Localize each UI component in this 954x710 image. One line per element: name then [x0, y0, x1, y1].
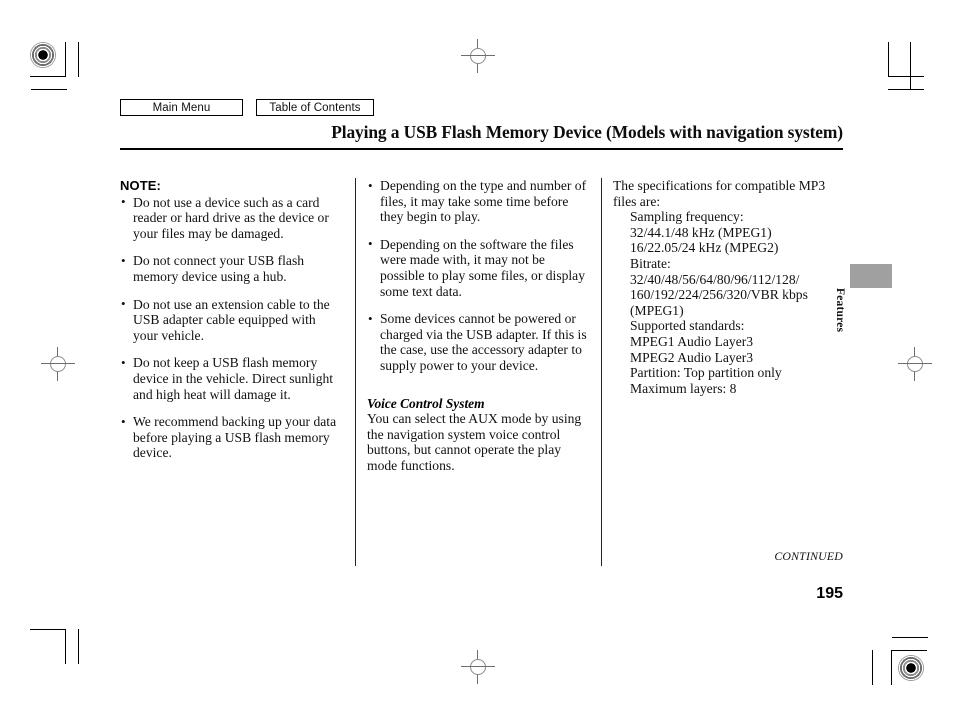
list-item: Bitrate: — [630, 255, 671, 271]
voice-control-system-paragraph: You can select the AUX mode by using the… — [367, 411, 582, 473]
content-column-left: NOTE: Do not use a device such as a card… — [120, 178, 344, 461]
list-item: Do not use a device such as a card reade… — [120, 194, 344, 242]
list-item: 32/40/48/56/64/80/96/112/128/ — [630, 271, 800, 287]
list-item: Sampling frequency: — [630, 209, 744, 225]
section-tab-label: Features — [834, 288, 846, 333]
specifications-intro: The specifications for compatible MP3 fi… — [613, 178, 826, 209]
crop-mark-top-right-outer-horizontal — [888, 89, 924, 90]
continued-label: CONTINUED — [774, 549, 843, 563]
list-item: Do not use an extension cable to the USB… — [120, 296, 344, 344]
table-of-contents-button[interactable]: Table of Contents — [256, 99, 374, 116]
crop-mark-bottom-right-outer-vertical — [872, 650, 873, 685]
content-column-right: The specifications for compatible MP3 fi… — [613, 178, 845, 396]
list-item: 32/44.1/48 kHz (MPEG1) — [630, 224, 772, 240]
crop-mark-bottom-left-horizontal — [30, 629, 66, 630]
crop-mark-top-left-horizontal — [30, 76, 66, 77]
crop-mark-top-left-outer-horizontal — [31, 89, 67, 90]
crop-mark-bottom-right-horizontal — [892, 637, 928, 638]
crop-mark-bottom-right-outer-horizontal — [891, 650, 927, 651]
list-item: Depending on the software the files were… — [367, 236, 591, 299]
crop-mark-bottom-right-vertical — [891, 650, 892, 685]
registration-crosshair-top — [461, 39, 495, 73]
list-item: Maximum layers: 8 — [630, 380, 737, 396]
list-item: Supported standards: — [630, 318, 745, 334]
page-title: Playing a USB Flash Memory Device (Model… — [331, 122, 843, 142]
crop-mark-bottom-left-outer-vertical — [78, 629, 79, 664]
crop-mark-top-right-vertical — [888, 42, 889, 77]
crop-mark-bottom-left-vertical — [65, 629, 66, 664]
section-tab-marker — [850, 264, 892, 288]
page-number: 195 — [816, 585, 843, 602]
title-underline-rule — [120, 148, 843, 150]
column-divider-1 — [355, 178, 356, 566]
list-item: (MPEG1) — [630, 302, 684, 318]
list-item: 160/192/224/256/320/VBR kbps — [630, 287, 808, 303]
crop-mark-top-left-outer-vertical — [78, 42, 79, 77]
column-divider-2 — [601, 178, 602, 566]
note-bullet-list: Do not use a device such as a card reade… — [120, 194, 344, 461]
list-item: Do not keep a USB flash memory device in… — [120, 355, 344, 402]
middle-bullet-list: Depending on the type and number of file… — [367, 178, 591, 374]
crop-mark-top-right-outer-vertical — [910, 42, 911, 89]
content-column-middle: Depending on the type and number of file… — [367, 178, 591, 474]
list-item: Partition: Top partition only — [630, 365, 782, 381]
registration-crosshair-bottom — [461, 650, 495, 684]
registration-dot-bottom-right — [898, 655, 924, 681]
registration-crosshair-right — [898, 347, 932, 381]
note-heading: NOTE: — [120, 178, 161, 193]
document-navbar: Main Menu Table of Contents — [120, 99, 374, 116]
list-item: MPEG2 Audio Layer3 — [630, 349, 754, 365]
list-item: Depending on the type and number of file… — [367, 178, 591, 225]
list-item: We recommend backing up your data before… — [120, 414, 344, 461]
list-item: Some devices cannot be powered or charge… — [367, 311, 591, 373]
list-item: Do not connect your USB flash memory dev… — [120, 253, 344, 284]
main-menu-button[interactable]: Main Menu — [120, 99, 243, 116]
voice-control-system-heading: Voice Control System — [367, 395, 485, 411]
list-item: 16/22.05/24 kHz (MPEG2) — [630, 240, 779, 256]
list-item: MPEG1 Audio Layer3 — [630, 333, 754, 349]
specifications-list: Sampling frequency: 32/44.1/48 kHz (MPEG… — [613, 209, 845, 396]
crop-mark-top-right-horizontal — [888, 76, 924, 77]
registration-dot-top-left — [30, 42, 56, 68]
crop-mark-top-left-vertical — [65, 42, 66, 77]
registration-crosshair-left — [41, 347, 75, 381]
document-page: Main Menu Table of Contents Playing a US… — [0, 0, 954, 710]
